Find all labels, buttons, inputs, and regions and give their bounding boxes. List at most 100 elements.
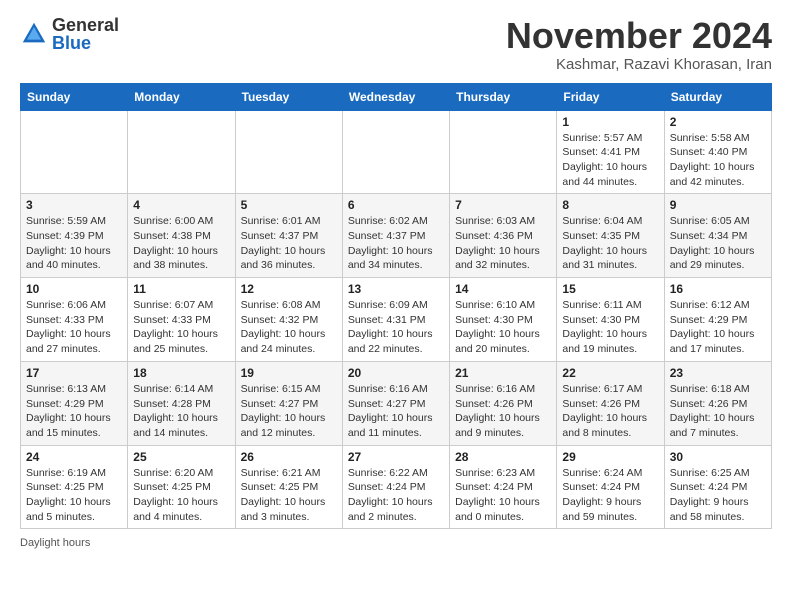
day-info: Sunrise: 6:18 AM Sunset: 4:26 PM Dayligh… — [670, 382, 766, 441]
logo-icon — [20, 20, 48, 48]
table-row: 13 Sunrise: 6:09 AM Sunset: 4:31 PM Dayli… — [342, 278, 449, 362]
day-number: 13 — [348, 282, 444, 296]
table-row: 19 Sunrise: 6:15 AM Sunset: 4:27 PM Dayli… — [235, 361, 342, 445]
day-info: Sunrise: 6:10 AM Sunset: 4:30 PM Dayligh… — [455, 298, 551, 357]
calendar-week-5: 24 Sunrise: 6:19 AM Sunset: 4:25 PM Dayli… — [21, 445, 772, 529]
day-info: Sunrise: 6:16 AM Sunset: 4:26 PM Dayligh… — [455, 382, 551, 441]
day-info: Sunrise: 6:19 AM Sunset: 4:25 PM Dayligh… — [26, 466, 122, 525]
col-header-tuesday: Tuesday — [235, 83, 342, 110]
day-number: 7 — [455, 198, 551, 212]
subtitle: Kashmar, Razavi Khorasan, Iran — [506, 56, 772, 73]
day-info: Sunrise: 6:02 AM Sunset: 4:37 PM Dayligh… — [348, 214, 444, 273]
table-row — [128, 110, 235, 194]
day-info: Sunrise: 6:07 AM Sunset: 4:33 PM Dayligh… — [133, 298, 229, 357]
table-row: 9Sunrise: 6:05 AM Sunset: 4:34 PM Daylig… — [664, 194, 771, 278]
day-info: Sunrise: 6:15 AM Sunset: 4:27 PM Dayligh… — [241, 382, 337, 441]
col-header-monday: Monday — [128, 83, 235, 110]
day-info: Sunrise: 6:13 AM Sunset: 4:29 PM Dayligh… — [26, 382, 122, 441]
table-row — [342, 110, 449, 194]
day-info: Sunrise: 6:11 AM Sunset: 4:30 PM Dayligh… — [562, 298, 658, 357]
table-row — [21, 110, 128, 194]
table-row — [450, 110, 557, 194]
day-info: Sunrise: 6:21 AM Sunset: 4:25 PM Dayligh… — [241, 466, 337, 525]
day-number: 5 — [241, 198, 337, 212]
table-row: 22 Sunrise: 6:17 AM Sunset: 4:26 PM Dayli… — [557, 361, 664, 445]
table-row: 21 Sunrise: 6:16 AM Sunset: 4:26 PM Dayli… — [450, 361, 557, 445]
day-number: 23 — [670, 366, 766, 380]
table-row: 28 Sunrise: 6:23 AM Sunset: 4:24 PM Dayli… — [450, 445, 557, 529]
day-number: 10 — [26, 282, 122, 296]
table-row: 20 Sunrise: 6:16 AM Sunset: 4:27 PM Dayli… — [342, 361, 449, 445]
day-number: 22 — [562, 366, 658, 380]
logo-area: General Blue — [20, 16, 119, 52]
day-number: 18 — [133, 366, 229, 380]
col-header-saturday: Saturday — [664, 83, 771, 110]
header: General Blue November 2024 Kashmar, Raza… — [20, 16, 772, 73]
table-row: 11 Sunrise: 6:07 AM Sunset: 4:33 PM Dayli… — [128, 278, 235, 362]
day-number: 17 — [26, 366, 122, 380]
day-info: Sunrise: 6:24 AM Sunset: 4:24 PM Dayligh… — [562, 466, 658, 525]
logo-text: General Blue — [52, 16, 119, 52]
day-number: 4 — [133, 198, 229, 212]
day-number: 14 — [455, 282, 551, 296]
table-row: 3Sunrise: 5:59 AM Sunset: 4:39 PM Daylig… — [21, 194, 128, 278]
day-info: Sunrise: 6:08 AM Sunset: 4:32 PM Dayligh… — [241, 298, 337, 357]
header-row: SundayMondayTuesdayWednesdayThursdayFrid… — [21, 83, 772, 110]
table-row — [235, 110, 342, 194]
calendar-table: SundayMondayTuesdayWednesdayThursdayFrid… — [20, 83, 772, 530]
day-info: Sunrise: 6:17 AM Sunset: 4:26 PM Dayligh… — [562, 382, 658, 441]
day-number: 24 — [26, 450, 122, 464]
day-number: 6 — [348, 198, 444, 212]
day-number: 19 — [241, 366, 337, 380]
table-row: 17 Sunrise: 6:13 AM Sunset: 4:29 PM Dayli… — [21, 361, 128, 445]
table-row: 6 Sunrise: 6:02 AM Sunset: 4:37 PM Daylig… — [342, 194, 449, 278]
calendar-week-3: 10 Sunrise: 6:06 AM Sunset: 4:33 PM Dayli… — [21, 278, 772, 362]
day-number: 30 — [670, 450, 766, 464]
day-info: Sunrise: 6:00 AM Sunset: 4:38 PM Dayligh… — [133, 214, 229, 273]
table-row: 10 Sunrise: 6:06 AM Sunset: 4:33 PM Dayli… — [21, 278, 128, 362]
col-header-wednesday: Wednesday — [342, 83, 449, 110]
calendar-week-1: 1Sunrise: 5:57 AM Sunset: 4:41 PM Daylig… — [21, 110, 772, 194]
table-row: 27 Sunrise: 6:22 AM Sunset: 4:24 PM Dayli… — [342, 445, 449, 529]
day-number: 27 — [348, 450, 444, 464]
day-info: Sunrise: 6:22 AM Sunset: 4:24 PM Dayligh… — [348, 466, 444, 525]
day-number: 21 — [455, 366, 551, 380]
title-area: November 2024 Kashmar, Razavi Khorasan, … — [506, 16, 772, 73]
day-info: Sunrise: 6:20 AM Sunset: 4:25 PM Dayligh… — [133, 466, 229, 525]
day-number: 20 — [348, 366, 444, 380]
table-row: 12Sunrise: 6:08 AM Sunset: 4:32 PM Dayli… — [235, 278, 342, 362]
table-row: 4 Sunrise: 6:00 AM Sunset: 4:38 PM Daylig… — [128, 194, 235, 278]
day-number: 15 — [562, 282, 658, 296]
day-info: Sunrise: 6:05 AM Sunset: 4:34 PM Dayligh… — [670, 214, 766, 273]
day-number: 25 — [133, 450, 229, 464]
day-number: 16 — [670, 282, 766, 296]
day-number: 8 — [562, 198, 658, 212]
footer-note: Daylight hours — [20, 537, 772, 549]
month-title: November 2024 — [506, 16, 772, 56]
day-info: Sunrise: 5:57 AM Sunset: 4:41 PM Dayligh… — [562, 131, 658, 190]
table-row: 18Sunrise: 6:14 AM Sunset: 4:28 PM Dayli… — [128, 361, 235, 445]
day-number: 11 — [133, 282, 229, 296]
day-number: 26 — [241, 450, 337, 464]
day-info: Sunrise: 6:03 AM Sunset: 4:36 PM Dayligh… — [455, 214, 551, 273]
day-number: 2 — [670, 115, 766, 129]
logo-general: General — [52, 16, 119, 34]
day-info: Sunrise: 6:16 AM Sunset: 4:27 PM Dayligh… — [348, 382, 444, 441]
day-number: 28 — [455, 450, 551, 464]
day-info: Sunrise: 5:58 AM Sunset: 4:40 PM Dayligh… — [670, 131, 766, 190]
table-row: 15 Sunrise: 6:11 AM Sunset: 4:30 PM Dayli… — [557, 278, 664, 362]
table-row: 7 Sunrise: 6:03 AM Sunset: 4:36 PM Daylig… — [450, 194, 557, 278]
page: General Blue November 2024 Kashmar, Raza… — [0, 0, 792, 565]
day-info: Sunrise: 6:23 AM Sunset: 4:24 PM Dayligh… — [455, 466, 551, 525]
col-header-thursday: Thursday — [450, 83, 557, 110]
day-info: Sunrise: 6:12 AM Sunset: 4:29 PM Dayligh… — [670, 298, 766, 357]
day-number: 29 — [562, 450, 658, 464]
table-row: 14 Sunrise: 6:10 AM Sunset: 4:30 PM Dayli… — [450, 278, 557, 362]
table-row: 1Sunrise: 5:57 AM Sunset: 4:41 PM Daylig… — [557, 110, 664, 194]
day-info: Sunrise: 6:06 AM Sunset: 4:33 PM Dayligh… — [26, 298, 122, 357]
table-row: 16 Sunrise: 6:12 AM Sunset: 4:29 PM Dayli… — [664, 278, 771, 362]
logo-blue: Blue — [52, 34, 119, 52]
daylight-label: Daylight hours — [20, 537, 90, 549]
day-info: Sunrise: 6:09 AM Sunset: 4:31 PM Dayligh… — [348, 298, 444, 357]
table-row: 30Sunrise: 6:25 AM Sunset: 4:24 PM Dayli… — [664, 445, 771, 529]
